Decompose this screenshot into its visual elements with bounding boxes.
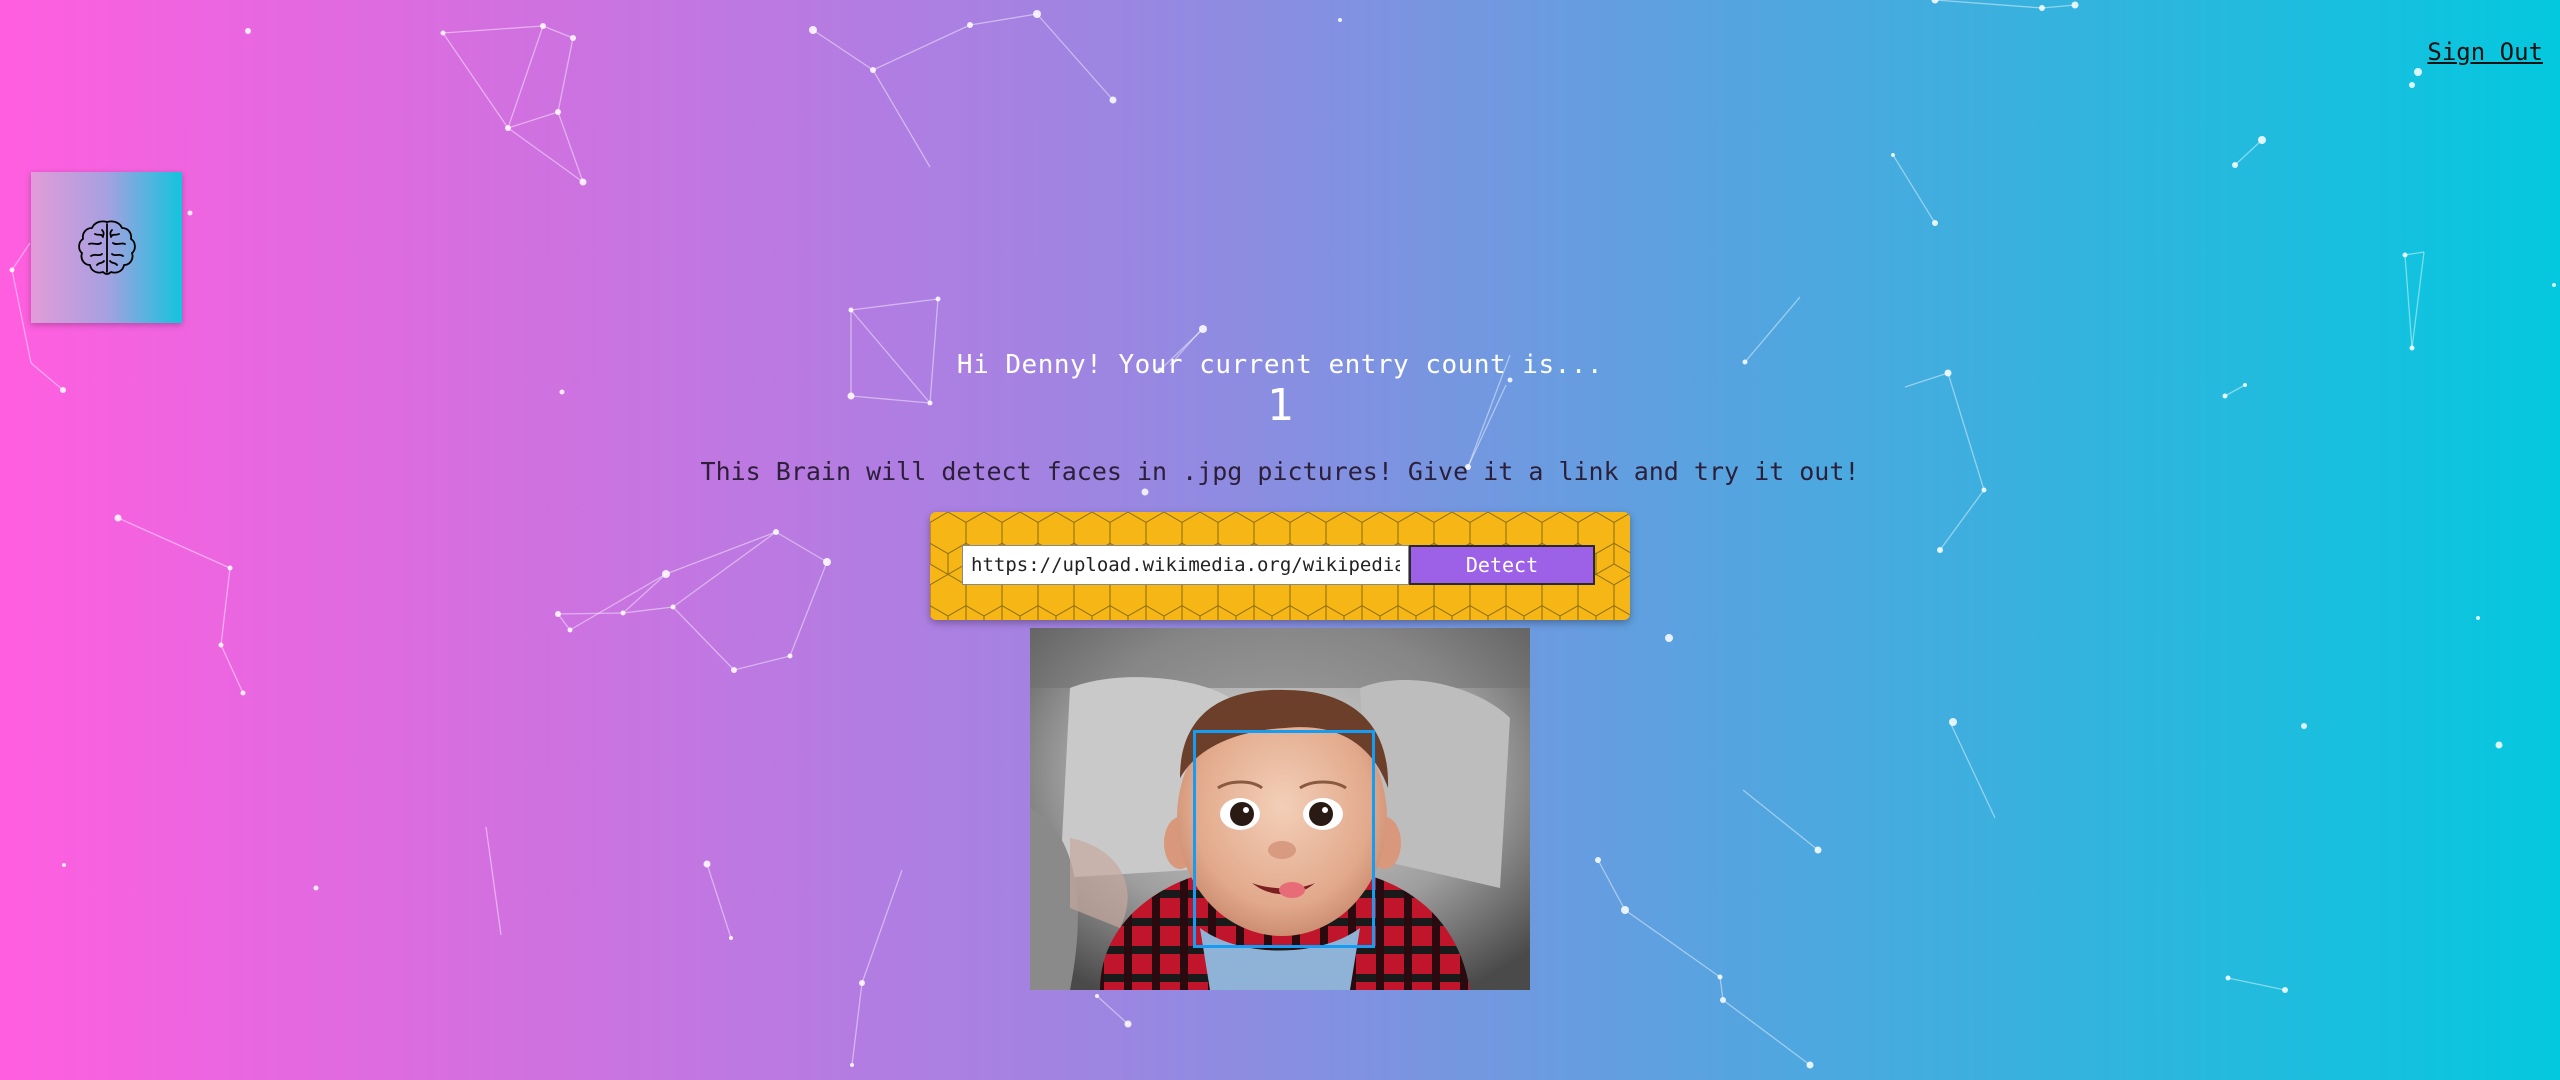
description-text: This Brain will detect faces in .jpg pic… — [700, 457, 1860, 486]
detect-button[interactable]: Detect — [1409, 545, 1595, 585]
brain-icon — [77, 219, 136, 275]
image-url-input[interactable] — [962, 545, 1409, 585]
detected-image — [1030, 628, 1530, 990]
entry-count: 1 — [1266, 380, 1294, 431]
greeting-text: Hi Denny! Your current entry count is... — [956, 350, 1604, 380]
face-bounding-box — [1193, 730, 1375, 948]
brain-logo — [31, 172, 182, 323]
sign-out-link[interactable]: Sign Out — [2427, 38, 2543, 66]
image-link-form: Detect — [930, 512, 1630, 620]
